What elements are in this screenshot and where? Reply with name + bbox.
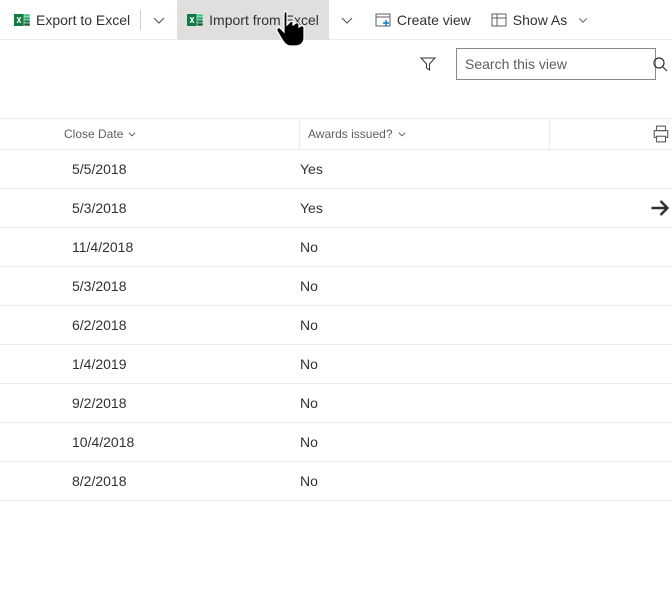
chevron-down-icon [339, 12, 355, 28]
create-view-button[interactable]: Create view [365, 0, 481, 40]
chevron-down-icon [397, 129, 407, 139]
table-row[interactable]: 6/2/2018No [0, 306, 672, 345]
export-label: Export to Excel [36, 12, 130, 28]
filter-button[interactable] [412, 48, 444, 80]
chevron-down-icon [151, 12, 167, 28]
table-row[interactable]: 9/2/2018No [0, 384, 672, 423]
print-icon[interactable] [652, 125, 670, 143]
cell-awards-issued: No [300, 356, 530, 372]
cell-awards-issued: No [300, 278, 530, 294]
create-view-icon [375, 12, 391, 28]
export-to-excel-button[interactable]: Export to Excel [4, 0, 140, 40]
table-row[interactable]: 1/4/2019No [0, 345, 672, 384]
cell-awards-issued: Yes [300, 200, 530, 216]
table-row[interactable]: 10/4/2018No [0, 423, 672, 462]
column-header-label: Awards issued? [308, 127, 393, 141]
column-headers-row: Close Date Awards issued? [0, 118, 672, 150]
cell-close-date: 5/5/2018 [72, 161, 300, 177]
cell-awards-issued: No [300, 317, 530, 333]
export-dropdown-button[interactable] [141, 0, 177, 40]
cell-close-date: 1/4/2019 [72, 356, 300, 372]
column-header-awards-issued[interactable]: Awards issued? [300, 119, 550, 149]
excel-icon [14, 12, 30, 28]
cell-close-date: 10/4/2018 [72, 434, 300, 450]
show-as-label: Show As [513, 12, 567, 28]
cell-awards-issued: No [300, 395, 530, 411]
cell-awards-issued: No [300, 473, 530, 489]
search-icon [652, 56, 668, 72]
table-row[interactable]: 11/4/2018No [0, 228, 672, 267]
import-from-excel-button[interactable]: Import from Excel [177, 0, 329, 40]
search-input[interactable] [465, 56, 646, 72]
command-bar: Export to Excel Import from Excel Create… [0, 0, 672, 40]
search-box[interactable] [456, 48, 656, 80]
cell-close-date: 5/3/2018 [72, 200, 300, 216]
cell-close-date: 8/2/2018 [72, 473, 300, 489]
create-view-label: Create view [397, 12, 471, 28]
cell-awards-issued: Yes [300, 161, 530, 177]
excel-icon [187, 12, 203, 28]
chevron-down-icon [577, 14, 589, 26]
table-row[interactable]: 5/5/2018Yes [0, 150, 672, 189]
show-as-icon [491, 12, 507, 28]
chevron-down-icon [127, 129, 137, 139]
import-label: Import from Excel [209, 12, 319, 28]
table-row[interactable]: 8/2/2018No [0, 462, 672, 501]
cell-close-date: 11/4/2018 [72, 239, 300, 255]
import-dropdown-button[interactable] [329, 0, 365, 40]
cell-close-date: 6/2/2018 [72, 317, 300, 333]
cell-close-date: 5/3/2018 [72, 278, 300, 294]
arrow-right-icon[interactable] [650, 198, 670, 218]
column-header-close-date[interactable]: Close Date [56, 119, 300, 149]
search-bar [0, 40, 672, 88]
column-header-label: Close Date [64, 127, 123, 141]
cell-close-date: 9/2/2018 [72, 395, 300, 411]
table-row[interactable]: 5/3/2018Yes [0, 189, 672, 228]
table-row[interactable]: 5/3/2018No [0, 267, 672, 306]
cell-awards-issued: No [300, 239, 530, 255]
data-grid: Close Date Awards issued? 5/5/2018Yes5/3… [0, 118, 672, 501]
funnel-icon [420, 56, 436, 72]
cell-awards-issued: No [300, 434, 530, 450]
show-as-button[interactable]: Show As [481, 0, 599, 40]
